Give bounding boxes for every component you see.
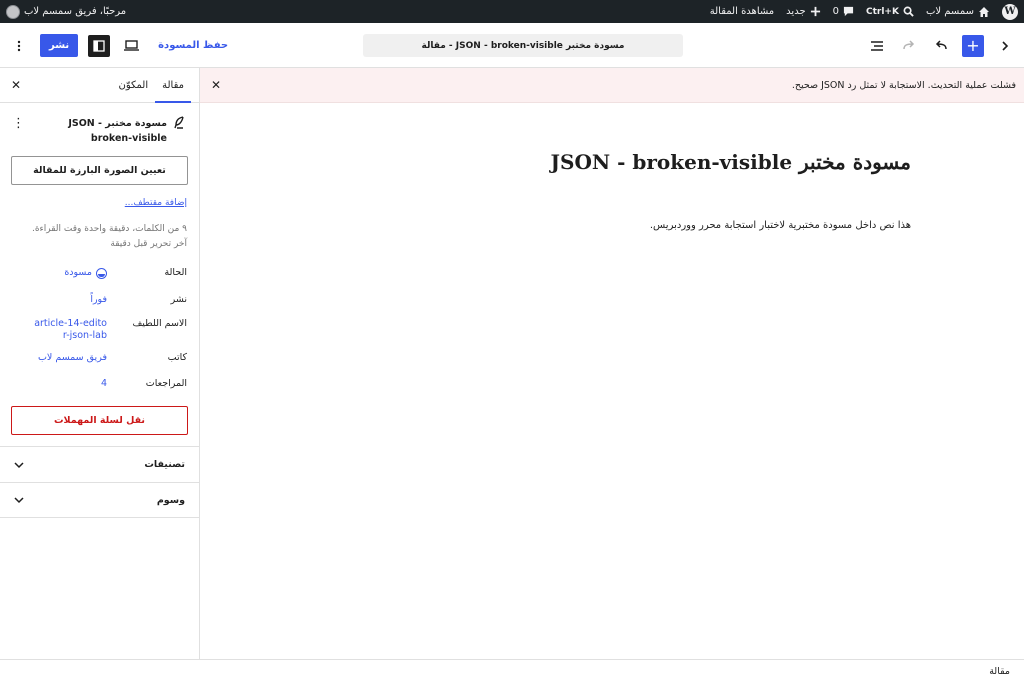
admin-bar-account[interactable]: مرحبًا، فريق سمسم لاب [6,4,127,19]
add-excerpt-link[interactable]: إضافة مقتطف... [125,198,187,208]
tab-block[interactable]: المكوّن [111,68,155,103]
admin-bar-primary: W سمسم لاب Ctrl+K 0 جديد مشاهدة المقالة [710,3,1018,20]
avatar [6,4,20,19]
plus-icon: + [966,35,980,55]
site-name: سمسم لاب [925,6,974,17]
document-title: مسودة مختبر JSON - broken-visible - مقال… [421,40,625,51]
revisions-value[interactable]: 4 [101,378,107,390]
admin-bar-command-palette[interactable]: Ctrl+K [866,6,914,17]
redo-button[interactable] [898,35,920,57]
draft-status-icon [96,267,107,279]
tags-panel-toggle[interactable]: وسوم [0,482,199,518]
post-paragraph[interactable]: هذا نص داخل مسودة مختبرية لاختبار استجاب… [650,220,911,231]
tags-panel-title: وسوم [156,494,185,506]
chevron-down-icon [14,461,24,468]
document-bar[interactable]: مسودة مختبر JSON - broken-visible - مقال… [363,34,683,57]
publish-value[interactable]: فوراً [90,294,107,306]
document-overview-button[interactable] [866,35,888,57]
shortcut-label: Ctrl+K [866,6,899,17]
view-post-label: مشاهدة المقالة [709,6,775,17]
admin-bar: W سمسم لاب Ctrl+K 0 جديد مشاهدة المقالة … [0,0,1024,23]
undo-button[interactable] [930,35,952,57]
comments-count: 0 [832,6,839,17]
block-inserter-button[interactable]: + [962,34,984,57]
close-icon[interactable]: ✕ [208,77,224,93]
more-vertical-icon [17,40,21,51]
post-feather-icon [174,116,184,129]
error-notice: فشلت عملية التحديث. الاستجابة لا تمثل رد… [200,68,1024,103]
status-value[interactable]: مسودة [64,267,107,279]
plus-icon [810,6,820,17]
featured-image-button[interactable]: تعيين الصورة البارزة للمقالة [11,156,188,185]
error-notice-message: فشلت عملية التحديث. الاستجابة لا تمثل رد… [791,79,1016,91]
slug-value[interactable]: article-14-editor-json-lab [32,318,107,342]
editor-header: + مسودة مختبر JSON - broken-visible - مق… [0,23,1024,68]
block-breadcrumb: مقالة [0,659,1024,683]
desktop-icon [123,40,139,51]
chevron-down-icon [14,497,24,504]
list-view-icon [871,40,883,51]
slug-row: الاسم اللطيف article-14-editor-json-lab [11,318,187,342]
home-icon [979,6,989,17]
post-stats: ٩ من الكلمات، دقيقة واحدة وقت القراءة. آ… [7,222,187,252]
sidebar-icon [93,39,105,52]
comment-icon [843,6,854,17]
options-button[interactable] [8,35,30,57]
admin-bar-secondary: مرحبًا، فريق سمسم لاب [6,4,127,19]
author-row: كاتب فريق سمسم لاب [11,352,187,364]
settings-sidebar: مقالة المكوّن ✕ مسودة مختبر JSON - broke… [0,68,200,659]
more-vertical-icon[interactable]: ⋮ [12,116,25,131]
admin-bar-comments[interactable]: 0 [833,6,854,17]
author-label: كاتب [167,352,187,363]
editor-canvas: فشلت عملية التحديث. الاستجابة لا تمثل رد… [200,68,1024,659]
slug-label: الاسم اللطيف [132,318,187,329]
breadcrumb-item[interactable]: مقالة [989,666,1010,677]
back-button[interactable] [994,35,1016,57]
redo-icon [903,39,915,49]
admin-bar-view-post[interactable]: مشاهدة المقالة [710,6,774,17]
author-value[interactable]: فريق سمسم لاب [38,352,107,364]
header-toolbar: + [866,23,1016,68]
last-edited: آخر تحرير قبل دقيقة [110,239,187,249]
post-card: مسودة مختبر JSON - broken-visible [13,116,185,146]
save-draft-button[interactable]: حفظ المسودة [152,40,234,51]
chevron-right-icon [1002,40,1009,51]
categories-panel-toggle[interactable]: تصنيفات [0,446,199,482]
status-row: الحالة مسودة [11,267,187,279]
publish-label: نشر [49,40,70,51]
wordpress-logo-icon[interactable]: W [1002,3,1018,20]
sidebar-tabs: مقالة المكوّن ✕ [0,68,199,103]
status-value-text: مسودة [64,267,92,278]
greeting-text: مرحبًا، فريق سمسم لاب [24,6,127,17]
word-stats: ٩ من الكلمات، دقيقة واحدة وقت القراءة. [31,224,187,234]
close-icon[interactable]: ✕ [8,77,24,93]
header-settings: حفظ المسودة نشر [8,23,234,68]
admin-bar-site[interactable]: سمسم لاب [926,6,990,18]
tab-post[interactable]: مقالة [155,68,191,103]
admin-bar-new[interactable]: جديد [786,6,820,17]
publish-button[interactable]: نشر [40,34,79,57]
publish-row: نشر فوراً [11,294,187,306]
move-to-trash-button[interactable]: نقل لسلة المهملات [11,406,188,435]
preview-button[interactable] [120,35,142,57]
search-icon [903,6,914,17]
settings-sidebar-toggle[interactable] [88,34,111,57]
undo-icon [935,39,947,49]
new-label: جديد [786,6,806,17]
post-title[interactable]: مسودة مختبر JSON - broken-visible [551,150,911,174]
categories-panel-title: تصنيفات [144,459,185,470]
revisions-row: المراجعات 4 [11,378,187,390]
revisions-label: المراجعات [145,378,187,389]
post-card-title: مسودة مختبر JSON - broken-visible [68,118,167,144]
status-label: الحالة [164,267,187,278]
publish-label: نشر [170,294,187,305]
